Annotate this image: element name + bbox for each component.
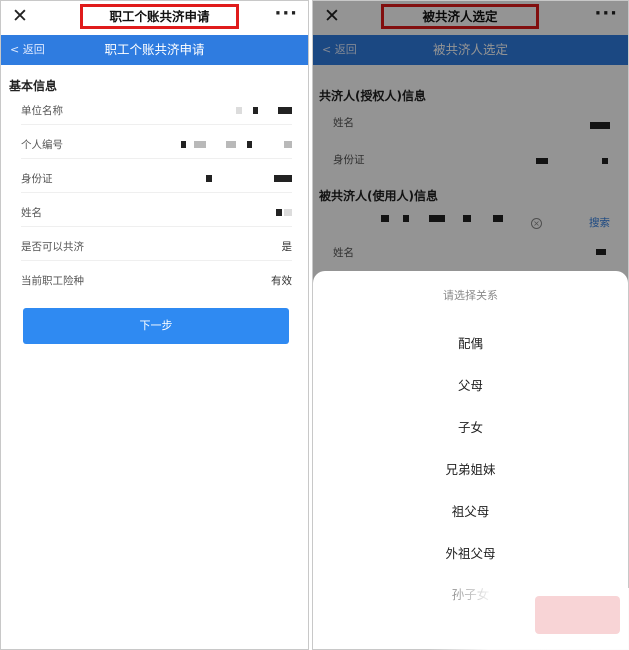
sheet-title: 请选择关系 (443, 289, 498, 302)
row-label: 当前职工险种 (21, 275, 84, 287)
form-row-insurance-type: 当前职工险种 有效 (21, 267, 292, 295)
form-row-can-share: 是否可以共济 是 (21, 233, 292, 261)
redacted-block (247, 141, 252, 148)
form-row-company: 单位名称 (21, 97, 292, 125)
form-row-id-card: 身份证 (21, 165, 292, 193)
redacted-block (284, 209, 292, 216)
redacted-block (284, 141, 292, 148)
row-value: 有效 (271, 275, 292, 287)
row-label: 姓名 (21, 207, 42, 219)
row-label: 是否可以共济 (21, 241, 84, 253)
redacted-block (206, 175, 212, 182)
option-siblings[interactable]: 兄弟姐妹 (313, 459, 628, 478)
redacted-block (181, 141, 186, 148)
wechat-top-bar: ✕ 职工个账共济申请 ··· (1, 1, 308, 33)
more-icon[interactable]: ··· (274, 3, 298, 25)
close-icon[interactable]: ✕ (9, 5, 31, 27)
section-title-basic-info: 基本信息 (9, 79, 58, 93)
redacted-block (278, 107, 292, 114)
row-value: 是 (281, 241, 293, 253)
watermark-logo (535, 596, 620, 634)
redacted-block (276, 209, 282, 216)
wechat-page-title: 职工个账共济申请 (80, 4, 239, 29)
row-label: 单位名称 (21, 105, 63, 117)
nav-bar: < 返回 职工个账共济申请 (1, 35, 308, 65)
redacted-block (236, 107, 242, 114)
option-maternal-grandparents[interactable]: 外祖父母 (313, 543, 628, 562)
redacted-block (226, 141, 236, 148)
redacted-block (194, 141, 206, 148)
row-label: 身份证 (21, 173, 53, 185)
nav-title: 职工个账共济申请 (104, 42, 205, 57)
left-screen: ✕ 职工个账共济申请 ··· < 返回 职工个账共济申请 基本信息 单位名称 个… (0, 0, 309, 650)
right-screen: ✕ 被共济人选定 ··· < 返回 被共济人选定 共济人(授权人)信息 姓名 身… (312, 0, 629, 650)
redacted-block (274, 175, 292, 182)
option-parents[interactable]: 父母 (313, 375, 628, 394)
option-grandparents[interactable]: 祖父母 (313, 501, 628, 520)
form-row-personal-id: 个人编号 (21, 131, 292, 159)
option-children[interactable]: 子女 (313, 417, 628, 436)
next-step-button[interactable]: 下一步 (23, 308, 289, 344)
option-spouse[interactable]: 配偶 (313, 333, 628, 352)
redacted-block (253, 107, 258, 114)
form-row-name: 姓名 (21, 199, 292, 227)
row-label: 个人编号 (21, 139, 63, 151)
